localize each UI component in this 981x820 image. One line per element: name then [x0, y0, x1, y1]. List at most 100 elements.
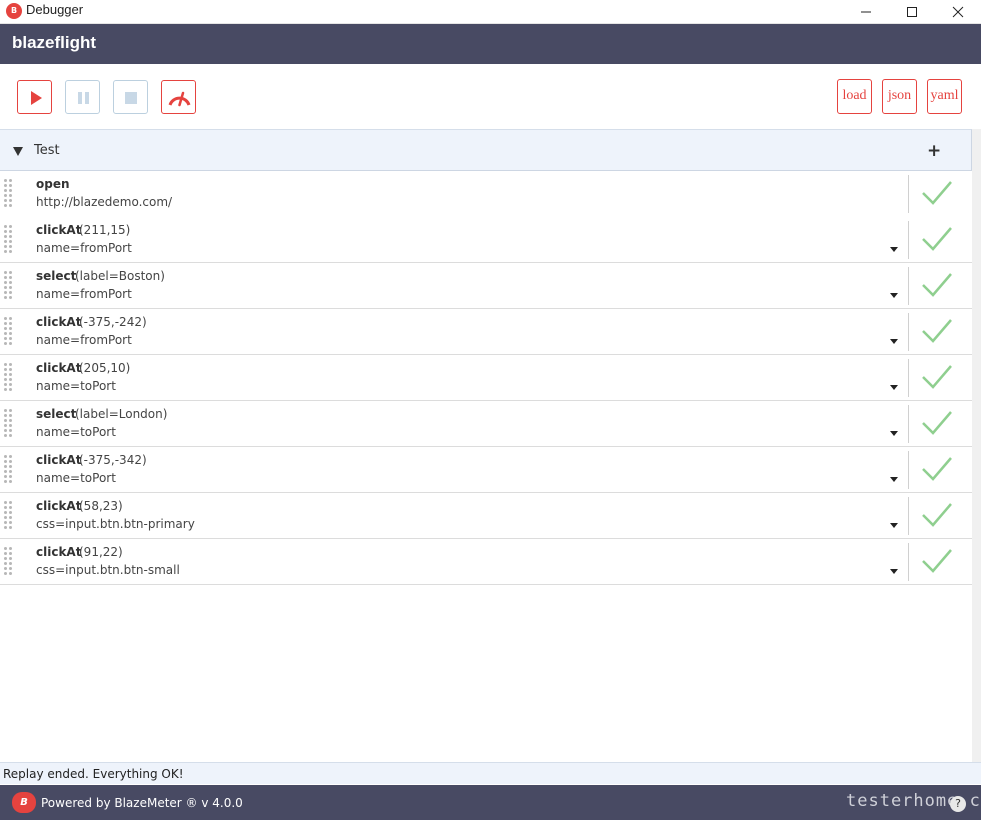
- speedometer-icon: [168, 91, 191, 107]
- footer: B Powered by BlazeMeter ® v 4.0.0 tester…: [0, 785, 981, 820]
- drag-handle-icon[interactable]: [4, 547, 14, 577]
- divider: [908, 221, 909, 259]
- divider: [908, 313, 909, 351]
- drag-handle-icon[interactable]: [4, 225, 14, 255]
- json-button[interactable]: json: [882, 79, 917, 114]
- minimize-icon: [861, 11, 871, 13]
- divider: [908, 175, 909, 213]
- command-target: css=input.btn.btn-primary: [36, 517, 195, 531]
- command-name: select: [36, 269, 77, 283]
- command-value: (-375,-242): [79, 315, 147, 329]
- drag-handle-icon[interactable]: [4, 363, 14, 393]
- command-target: name=fromPort: [36, 241, 132, 255]
- passed-check-icon: [922, 549, 952, 573]
- minimize-button[interactable]: [843, 0, 889, 24]
- speed-button[interactable]: [161, 80, 196, 114]
- command-name: clickAt: [36, 499, 82, 513]
- command-name: clickAt: [36, 545, 82, 559]
- command-target: name=toPort: [36, 471, 116, 485]
- stop-icon: [125, 92, 137, 104]
- add-command-button[interactable]: +: [927, 141, 941, 161]
- drag-handle-icon[interactable]: [4, 179, 14, 209]
- drag-handle-icon[interactable]: [4, 455, 14, 485]
- help-icon[interactable]: ?: [950, 796, 966, 812]
- command-row[interactable]: clickAt (211,15) name=fromPort: [0, 217, 972, 263]
- toolbar: load json yaml: [0, 64, 981, 128]
- passed-check-icon: [922, 411, 952, 435]
- status-bar: Replay ended. Everything OK!: [0, 762, 981, 784]
- divider: [908, 497, 909, 535]
- load-button[interactable]: load: [837, 79, 872, 114]
- command-target: http://blazedemo.com/: [36, 195, 173, 209]
- target-dropdown-icon[interactable]: [890, 339, 898, 344]
- target-dropdown-icon[interactable]: [890, 293, 898, 298]
- target-dropdown-icon[interactable]: [890, 247, 898, 252]
- command-row[interactable]: clickAt (-375,-342) name=toPort: [0, 447, 972, 493]
- divider: [908, 451, 909, 489]
- window-title: Debugger: [26, 2, 84, 17]
- passed-check-icon: [922, 273, 952, 297]
- divider: [908, 543, 909, 581]
- passed-check-icon: [922, 181, 952, 205]
- passed-check-icon: [922, 503, 952, 527]
- maximize-button[interactable]: [889, 0, 935, 24]
- app-logo-icon: B: [6, 3, 22, 19]
- collapse-triangle-icon[interactable]: [13, 147, 23, 156]
- powered-by-text: Powered by BlazeMeter ® v 4.0.0: [41, 796, 243, 810]
- target-dropdown-icon[interactable]: [890, 385, 898, 390]
- command-target: name=toPort: [36, 425, 116, 439]
- passed-check-icon: [922, 319, 952, 343]
- yaml-button[interactable]: yaml: [927, 79, 962, 114]
- pause-button[interactable]: [65, 80, 100, 114]
- command-value: (label=Boston): [75, 269, 165, 283]
- test-case-name: Test: [34, 143, 60, 158]
- close-button[interactable]: [935, 0, 981, 24]
- target-dropdown-icon[interactable]: [890, 569, 898, 574]
- command-name: clickAt: [36, 361, 82, 375]
- command-row[interactable]: select (label=London) name=toPort: [0, 401, 972, 447]
- command-target: name=toPort: [36, 379, 116, 393]
- command-value: (205,10): [79, 361, 131, 375]
- command-row[interactable]: clickAt (91,22) css=input.btn.btn-small: [0, 539, 972, 585]
- command-row[interactable]: clickAt (205,10) name=toPort: [0, 355, 972, 401]
- command-value: (211,15): [79, 223, 131, 237]
- command-value: (-375,-342): [79, 453, 147, 467]
- divider: [908, 359, 909, 397]
- command-name: clickAt: [36, 315, 82, 329]
- command-name: open: [36, 177, 70, 191]
- pause-icon: [78, 92, 89, 104]
- command-target: name=fromPort: [36, 287, 132, 301]
- command-name: select: [36, 407, 77, 421]
- drag-handle-icon[interactable]: [4, 501, 14, 531]
- scrollbar[interactable]: [972, 129, 981, 762]
- divider: [908, 405, 909, 443]
- command-row[interactable]: clickAt (58,23) css=input.btn.btn-primary: [0, 493, 972, 539]
- divider: [908, 267, 909, 305]
- command-value: (58,23): [79, 499, 123, 513]
- close-icon: [952, 6, 964, 18]
- command-row[interactable]: open http://blazedemo.com/: [0, 171, 972, 220]
- window-titlebar: B Debugger: [0, 0, 981, 24]
- drag-handle-icon[interactable]: [4, 271, 14, 301]
- command-name: clickAt: [36, 223, 82, 237]
- target-dropdown-icon[interactable]: [890, 431, 898, 436]
- app-header: blazeflight: [0, 24, 981, 64]
- play-button[interactable]: [17, 80, 52, 114]
- maximize-icon: [907, 7, 917, 17]
- drag-handle-icon[interactable]: [4, 317, 14, 347]
- stop-button[interactable]: [113, 80, 148, 114]
- test-case-header[interactable]: Test +: [0, 129, 972, 171]
- command-name: clickAt: [36, 453, 82, 467]
- command-value: (label=London): [75, 407, 168, 421]
- command-row[interactable]: clickAt (-375,-242) name=fromPort: [0, 309, 972, 355]
- drag-handle-icon[interactable]: [4, 409, 14, 439]
- command-row[interactable]: select (label=Boston) name=fromPort: [0, 263, 972, 309]
- passed-check-icon: [922, 365, 952, 389]
- command-target: name=fromPort: [36, 333, 132, 347]
- brand-title: blazeflight: [12, 33, 97, 52]
- command-target: css=input.btn.btn-small: [36, 563, 180, 577]
- passed-check-icon: [922, 227, 952, 251]
- blazemeter-logo-icon: B: [12, 792, 36, 813]
- target-dropdown-icon[interactable]: [890, 523, 898, 528]
- target-dropdown-icon[interactable]: [890, 477, 898, 482]
